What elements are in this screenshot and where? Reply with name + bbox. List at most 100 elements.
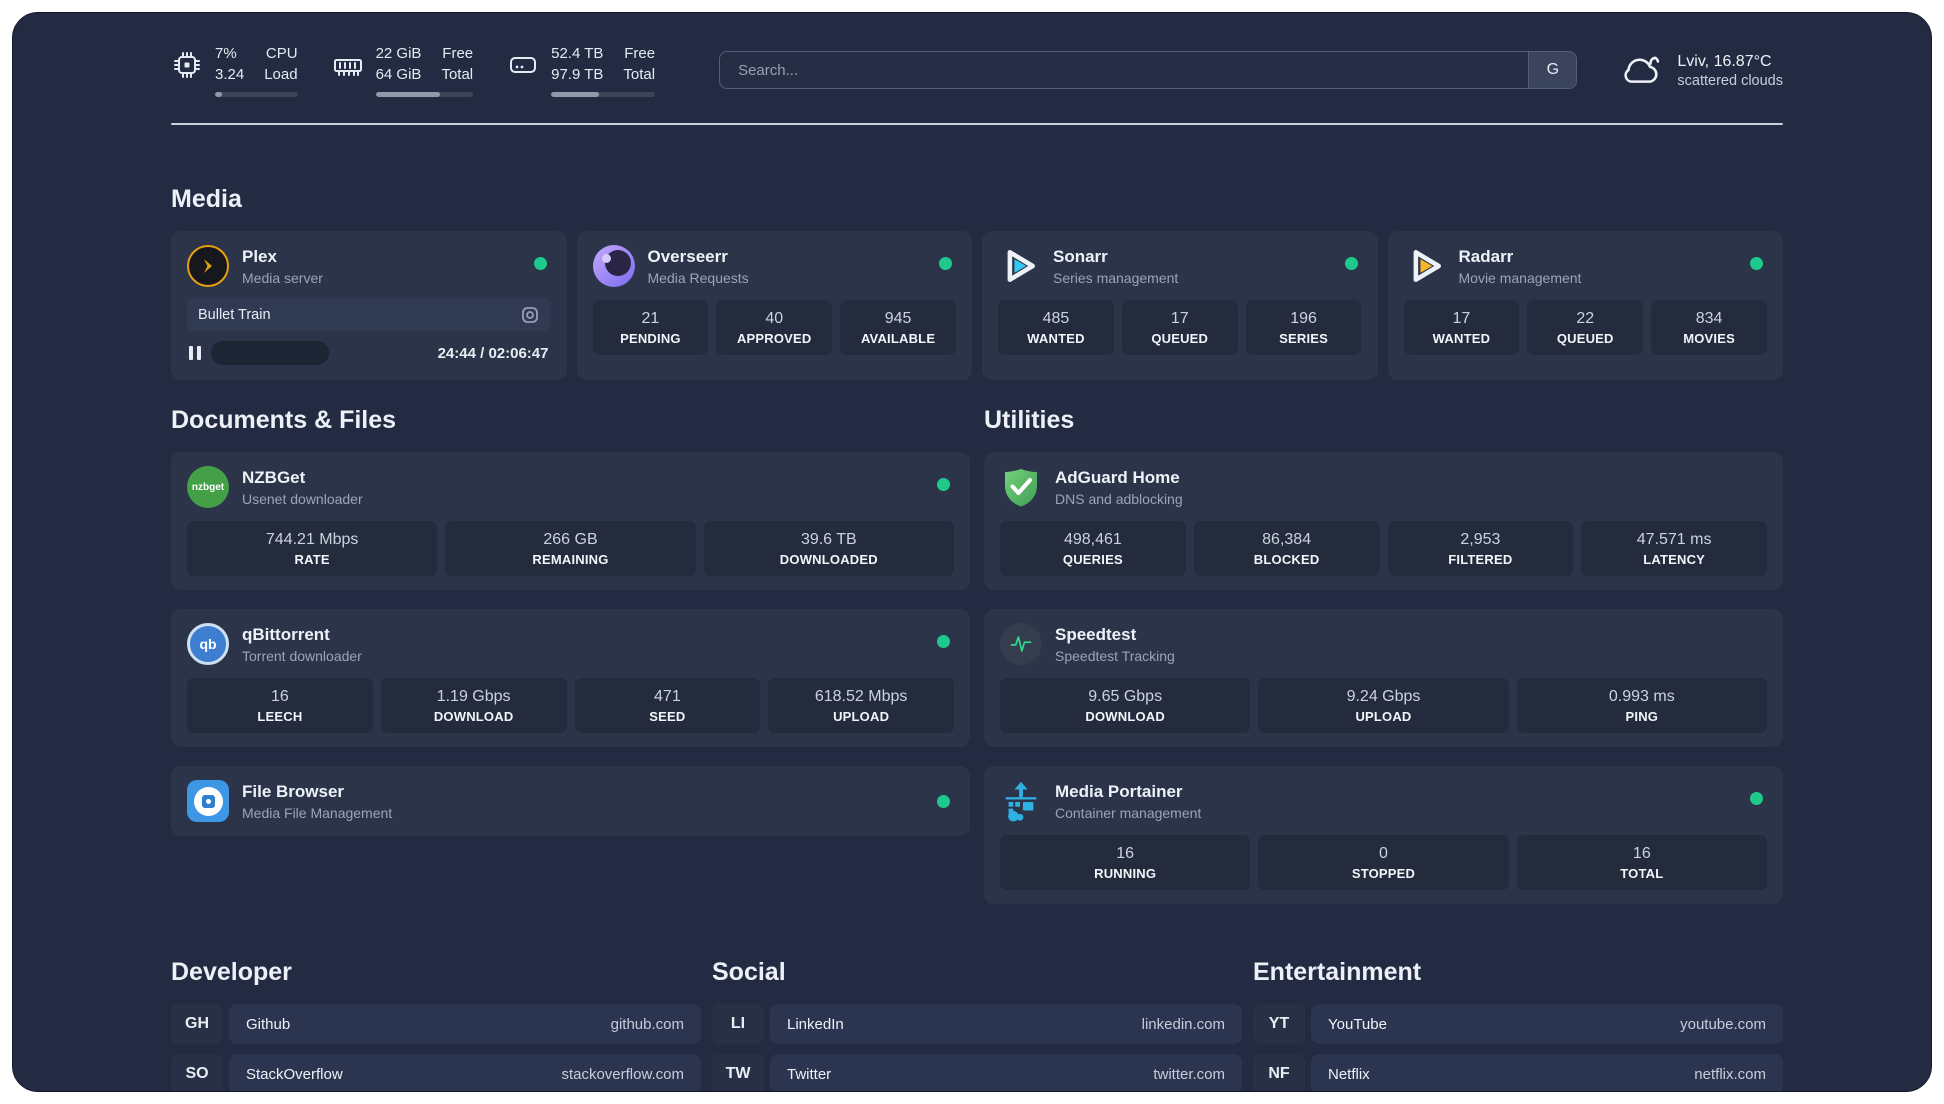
topbar-divider — [171, 123, 1783, 125]
stat-label: PING — [1625, 709, 1659, 724]
card-title: AdGuard Home — [1055, 467, 1180, 487]
section-title-media: Media — [171, 185, 242, 213]
card-radarr[interactable]: Radarr Movie management 17 WANTED 22 QUE… — [1387, 231, 1783, 380]
link-netflix[interactable]: Netflix netflix.com — [1311, 1054, 1783, 1091]
stat-value: 485 — [1042, 310, 1070, 327]
stat-box: 0.993 ms PING — [1516, 678, 1767, 733]
cast-icon[interactable] — [520, 305, 540, 325]
disk-widget: 52.4 TB 97.9 TB Free Total — [507, 43, 656, 97]
stat-box: 945 AVAILABLE — [840, 300, 956, 355]
card-title: Radarr — [1458, 246, 1514, 266]
cpu-widget: 7% 3.24 CPU Load — [171, 43, 298, 97]
card-title: qBittorrent — [242, 624, 330, 644]
memory-icon — [332, 49, 364, 81]
link-twitter[interactable]: Twitter twitter.com — [770, 1054, 1242, 1091]
disk-icon — [507, 49, 539, 81]
stat-label: DOWNLOAD — [433, 709, 514, 724]
speedtest-icon — [1000, 623, 1042, 665]
stat-value: 22 — [1576, 310, 1595, 327]
stat-box: 2,953 FILTERED — [1387, 521, 1574, 576]
section-social: Social LI LinkedIn linkedin.com TW Twitt… — [712, 958, 1242, 1091]
section-developer: Developer GH Github github.com SO StackO… — [171, 958, 701, 1091]
card-sonarr[interactable]: Sonarr Series management 485 WANTED 17 Q… — [982, 231, 1378, 380]
stat-label: DOWNLOADED — [779, 552, 878, 567]
card-nzbget[interactable]: nzbget NZBGet Usenet downloader 744.21 M… — [171, 452, 970, 590]
link-abbr: YT — [1253, 1004, 1305, 1044]
filebrowser-icon — [187, 780, 229, 822]
cpu-load-value: 3.24 — [215, 66, 245, 83]
section-title-entertainment: Entertainment — [1253, 958, 1422, 986]
card-speedtest[interactable]: Speedtest Speedtest Tracking 9.65 Gbps D… — [984, 609, 1783, 747]
card-title: Speedtest — [1055, 624, 1137, 644]
adguard-icon — [1000, 466, 1042, 508]
stat-value: 17 — [1452, 310, 1471, 327]
cpu-label: CPU — [265, 45, 298, 62]
stat-value: 0 — [1379, 845, 1388, 862]
link-row-github: GH Github github.com — [171, 1004, 701, 1044]
stat-box: 266 GB REMAINING — [445, 521, 696, 576]
memory-widget: 22 GiB 64 GiB Free Total — [332, 43, 474, 97]
stat-value: 16 — [1632, 845, 1651, 862]
stat-box: 16 RUNNING — [1000, 835, 1251, 890]
link-name: LinkedIn — [787, 1015, 844, 1033]
stat-value: 9.65 Gbps — [1088, 688, 1163, 705]
link-youtube[interactable]: YouTube youtube.com — [1311, 1004, 1783, 1044]
card-adguard[interactable]: AdGuard Home DNS and adblocking 498,461 … — [984, 452, 1783, 590]
card-title: Overseerr — [647, 246, 728, 266]
card-qbittorrent[interactable]: qb qBittorrent Torrent downloader 16 LEE… — [171, 609, 970, 747]
stat-box: 9.24 Gbps UPLOAD — [1258, 678, 1509, 733]
disk-free-value: 52.4 TB — [551, 45, 604, 62]
card-title: NZBGet — [242, 467, 306, 487]
load-label: Load — [264, 66, 298, 83]
search-provider-button[interactable]: G — [1528, 52, 1577, 88]
status-dot — [937, 795, 950, 808]
search-bar: G — [719, 51, 1578, 89]
link-row-stackoverflow: SO StackOverflow stackoverflow.com — [171, 1054, 701, 1091]
card-portainer[interactable]: Media Portainer Container management 16 … — [984, 766, 1783, 904]
stat-label: LATENCY — [1643, 552, 1706, 567]
stat-box: 16 LEECH — [187, 678, 373, 733]
section-title-developer: Developer — [171, 958, 292, 986]
link-row-netflix: NF Netflix netflix.com — [1253, 1054, 1783, 1091]
link-row-youtube: YT YouTube youtube.com — [1253, 1004, 1783, 1044]
link-row-twitter: TW Twitter twitter.com — [712, 1054, 1242, 1091]
stat-label: WANTED — [1027, 331, 1085, 346]
card-overseerr[interactable]: Overseerr Media Requests 21 PENDING 40 A… — [576, 231, 972, 380]
link-url: stackoverflow.com — [561, 1065, 684, 1083]
cloud-icon — [1619, 52, 1663, 88]
search-input[interactable] — [720, 52, 1529, 88]
stat-box: 16 TOTAL — [1516, 835, 1767, 890]
stat-box: 86,384 BLOCKED — [1193, 521, 1380, 576]
stat-value: 266 GB — [543, 531, 598, 548]
link-stackoverflow[interactable]: StackOverflow stackoverflow.com — [229, 1054, 701, 1091]
stat-value: 471 — [654, 688, 681, 705]
link-name: Twitter — [787, 1065, 832, 1083]
stat-value: 21 — [641, 310, 660, 327]
link-row-linkedin: LI LinkedIn linkedin.com — [712, 1004, 1242, 1044]
link-linkedin[interactable]: LinkedIn linkedin.com — [770, 1004, 1242, 1044]
card-plex[interactable]: Plex Media server Bullet Train 24:44 / 0… — [171, 231, 567, 380]
disk-total-value: 97.9 TB — [551, 66, 604, 83]
stat-box: 485 WANTED — [998, 300, 1114, 355]
card-filebrowser[interactable]: File Browser Media File Management — [171, 766, 970, 836]
status-dot — [1344, 257, 1358, 270]
stat-box: 22 QUEUED — [1527, 300, 1644, 355]
weather-location: Lviv, 16.87°C — [1677, 53, 1772, 71]
stat-label: TOTAL — [1620, 866, 1664, 881]
stat-label: QUERIES — [1062, 552, 1123, 567]
stat-label: BLOCKED — [1253, 552, 1320, 567]
card-title: Plex — [242, 246, 277, 266]
radarr-icon — [1404, 245, 1446, 287]
stat-value: 16 — [1116, 845, 1135, 862]
link-url: netflix.com — [1694, 1065, 1766, 1083]
cpu-progress-fill — [215, 92, 222, 97]
media-grid: Plex Media server Bullet Train 24:44 / 0… — [171, 231, 1783, 380]
link-name: StackOverflow — [246, 1065, 343, 1083]
stat-value: 16 — [270, 688, 289, 705]
pause-button[interactable] — [189, 346, 201, 360]
link-github[interactable]: Github github.com — [229, 1004, 701, 1044]
stat-box: 17 WANTED — [1403, 300, 1520, 355]
player-time: 24:44 / 02:06:47 — [437, 344, 549, 362]
nzbget-icon-text: nzbget — [191, 481, 225, 493]
player-title: Bullet Train — [198, 306, 271, 323]
